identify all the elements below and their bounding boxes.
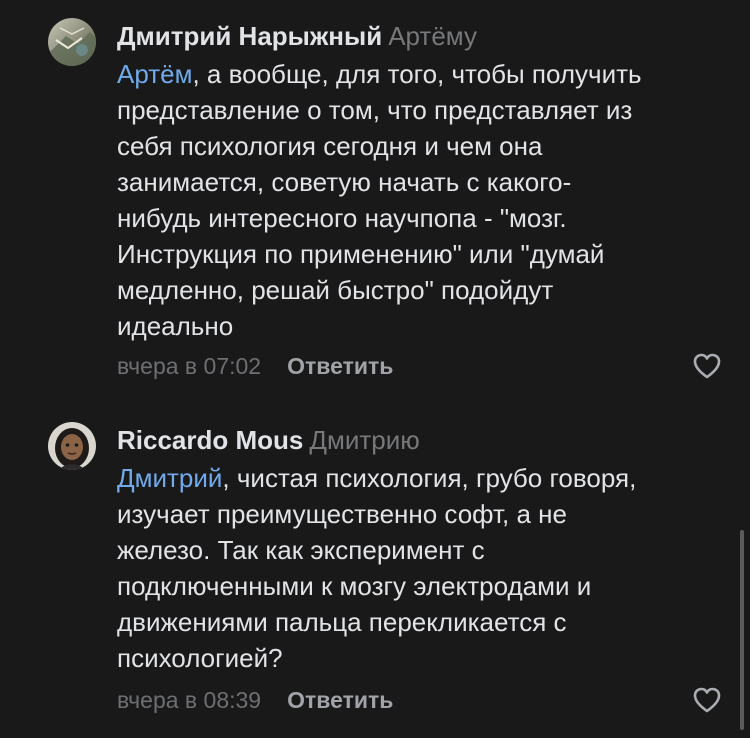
text-line: себя психология сегодня и чем она xyxy=(117,131,543,161)
comment-header: Riccardo Mous Дмитрию xyxy=(117,424,420,456)
text-line: изучает преимущественно софт, а не xyxy=(117,499,567,529)
text-line: занимается, советую начать с какого- xyxy=(117,167,572,197)
avatar-image xyxy=(48,422,96,470)
comment-header: Дмитрий Нарыжный Артёму xyxy=(117,20,477,52)
avatar[interactable] xyxy=(48,18,96,66)
text-line: , чистая психология, грубо говоря, xyxy=(222,463,637,493)
author-name[interactable]: Riccardo Mous xyxy=(117,425,303,455)
text-line: медленно, решай быстро" подойдут xyxy=(117,275,554,305)
comment-meta: вчера в 07:02 Ответить xyxy=(117,351,393,381)
reply-button[interactable]: Ответить xyxy=(287,687,393,713)
text-line: нибудь интересного научпопа - "мозг. xyxy=(117,203,567,233)
text-line: идеально xyxy=(117,311,234,341)
mention-link[interactable]: Дмитрий xyxy=(117,463,222,493)
text-line: движениями пальца перекликается с xyxy=(117,607,567,637)
timestamp: вчера в 07:02 xyxy=(117,353,262,379)
timestamp: вчера в 08:39 xyxy=(117,687,262,713)
reply-to-label[interactable]: Дмитрию xyxy=(309,425,419,455)
author-name[interactable]: Дмитрий Нарыжный xyxy=(117,21,382,51)
avatar[interactable] xyxy=(48,422,96,470)
text-line: представление о том, что представляет из xyxy=(117,95,633,125)
comment-meta: вчера в 08:39 Ответить xyxy=(117,685,393,715)
comment-text: Артём, а вообще, для того, чтобы получит… xyxy=(117,56,727,344)
text-line: психологией? xyxy=(117,643,283,673)
avatar-image xyxy=(48,18,96,66)
comment: Riccardo Mous Дмитрию Дмитрий, чистая пси… xyxy=(0,404,750,738)
scrollbar[interactable] xyxy=(740,530,744,730)
comment-text: Дмитрий, чистая психология, грубо говоря… xyxy=(117,460,727,676)
text-line: железо. Так как эксперимент с xyxy=(117,535,485,565)
reply-button[interactable]: Ответить xyxy=(287,353,393,379)
heart-outline-icon[interactable] xyxy=(692,352,722,380)
mention-link[interactable]: Артём xyxy=(117,59,192,89)
comment: Дмитрий Нарыжный Артёму Артём, а вообще, … xyxy=(0,0,750,400)
text-line: , а вообще, для того, чтобы получить xyxy=(192,59,642,89)
text-line: подключенными к мозгу электродами и xyxy=(117,571,592,601)
text-line: Инструкция по применению" или "думай xyxy=(117,239,605,269)
heart-outline-icon[interactable] xyxy=(692,686,722,714)
reply-to-label[interactable]: Артёму xyxy=(388,21,477,51)
